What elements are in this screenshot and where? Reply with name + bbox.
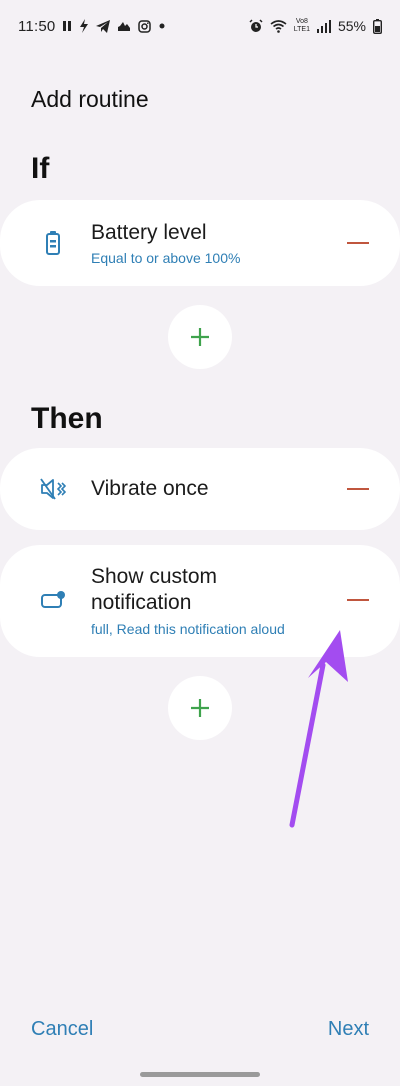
battery-status-icon [373,18,382,34]
instagram-icon [138,19,152,33]
condition-card-battery-level[interactable]: Battery level Equal to or above 100% [0,200,400,286]
home-indicator[interactable] [140,1072,260,1077]
status-bar-left: 11:50 [18,18,166,35]
bolt-icon [79,19,89,33]
cloud-icon [117,21,131,32]
remove-action-button[interactable] [346,588,370,612]
plus-icon [191,699,209,717]
volte-top-label: Vo8 [295,18,308,25]
action-title-line-2: notification [91,591,192,614]
plus-icon [191,328,209,346]
condition-subtitle: Equal to or above 100% [91,250,241,266]
alarm-icon [249,19,263,33]
remove-action-button[interactable] [346,477,370,501]
if-section-label: If [31,152,50,185]
add-action-button[interactable] [168,676,232,740]
pause-icon [62,20,72,32]
condition-title: Battery level [91,221,207,244]
annotation-arrow-icon [289,630,348,828]
telegram-icon [96,19,111,33]
page-title: Add routine [31,86,149,112]
status-time: 11:50 [18,17,56,35]
add-routine-screen: 11:50 Vo8 LTE1 55% Add routine If Batter… [0,0,400,1086]
status-bar: 11:50 Vo8 LTE1 55% [0,0,400,52]
add-condition-button[interactable] [168,305,232,369]
action-title-line-1: Show custom [91,565,218,588]
then-section-label: Then [31,402,103,435]
action-title: Vibrate once [91,477,209,500]
minus-icon [347,242,369,244]
dot-icon [158,22,166,30]
action-card-vibrate-once[interactable]: Vibrate once [0,448,400,530]
signal-icon [316,19,331,33]
vibrate-icon [40,476,66,502]
minus-icon [347,488,369,490]
action-subtitle: full, Read this notification aloud [91,621,285,637]
battery-percentage: 55% [337,18,366,34]
volte-bottom-label: LTE1 [293,26,310,33]
next-button[interactable]: Next [328,1018,369,1041]
status-bar-right: Vo8 LTE1 55% [249,18,382,34]
wifi-icon [270,19,287,33]
remove-condition-button[interactable] [346,231,370,255]
cancel-button[interactable]: Cancel [31,1018,93,1041]
minus-icon [347,599,369,601]
notification-icon [40,587,66,613]
volte-icon: Vo8 LTE1 [294,18,310,34]
battery-icon [40,230,66,256]
